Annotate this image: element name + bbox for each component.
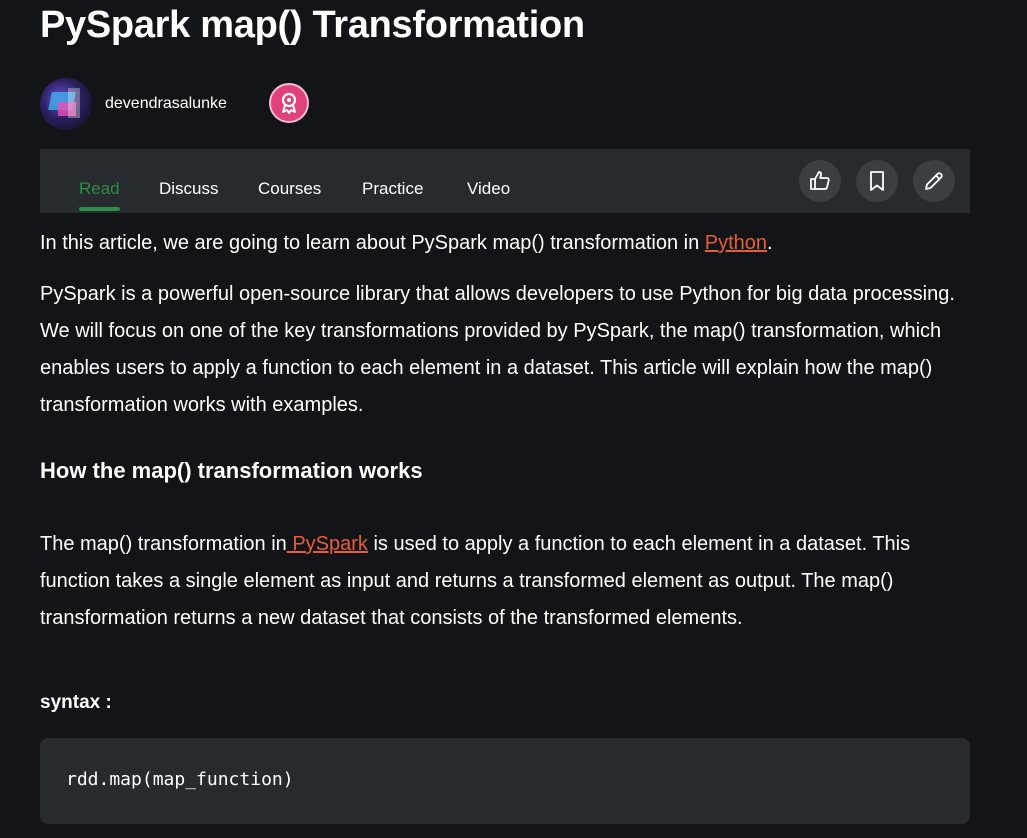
intro-paragraph: In this article, we are going to learn a… [40, 225, 975, 262]
tab-read[interactable]: Read [79, 179, 120, 199]
intro-text: In this article, we are going to learn a… [40, 232, 705, 254]
intro-end: . [767, 232, 773, 254]
thumbs-up-icon [810, 171, 830, 190]
tab-video[interactable]: Video [467, 179, 510, 199]
award-badge-icon[interactable] [269, 83, 309, 123]
bookmark-icon [870, 171, 884, 191]
python-link[interactable]: Python [705, 232, 767, 254]
pencil-icon [925, 172, 943, 190]
explanation-text: The map() transformation in [40, 533, 287, 555]
tab-discuss[interactable]: Discuss [159, 179, 219, 199]
map-explanation-paragraph: The map() transformation in PySpark is u… [40, 526, 975, 637]
tab-practice[interactable]: Practice [362, 179, 423, 199]
like-button[interactable] [799, 160, 841, 202]
page-title: PySpark map() Transformation [40, 4, 585, 46]
bookmark-button[interactable] [856, 160, 898, 202]
active-tab-indicator [79, 207, 120, 211]
syntax-label: syntax : [40, 692, 112, 713]
edit-button[interactable] [913, 160, 955, 202]
article-tab-bar: Read Discuss Courses Practice Video [40, 149, 970, 213]
author-info: devendrasalunke [40, 78, 227, 130]
section-heading: How the map() transformation works [40, 458, 423, 483]
tab-courses[interactable]: Courses [258, 179, 321, 199]
code-block[interactable]: rdd.map(map_function) [40, 738, 970, 824]
author-name[interactable]: devendrasalunke [105, 95, 227, 113]
pyspark-link[interactable]: PySpark [287, 533, 368, 555]
overview-paragraph: PySpark is a powerful open-source librar… [40, 283, 955, 416]
code-line: rdd.map(map_function) [66, 769, 294, 790]
author-avatar[interactable] [40, 78, 92, 130]
